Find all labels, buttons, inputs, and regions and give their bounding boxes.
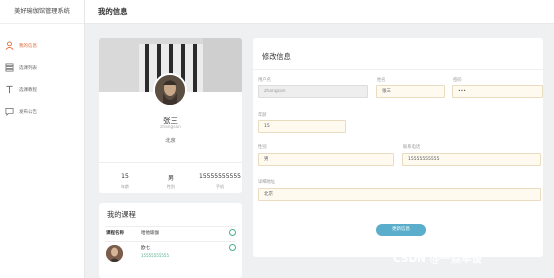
courses-title: 我的课程 xyxy=(107,210,136,219)
course-radio[interactable] xyxy=(229,229,236,236)
update-info-button[interactable]: 更新信息 xyxy=(376,224,426,236)
phone-label: 联系电话 xyxy=(403,145,421,150)
divider xyxy=(105,241,236,242)
list-icon xyxy=(5,63,14,72)
message-icon xyxy=(5,107,14,116)
profile-card: 张三 zhangsan 北京 15 年龄 男 性别 15555555555 手机 xyxy=(99,38,242,193)
sidebar-item-announcement[interactable]: 发布公告 xyxy=(0,102,85,122)
student-radio[interactable] xyxy=(229,244,236,251)
phone-field[interactable]: 15555555555 xyxy=(402,153,541,166)
address-label: 详细地址 xyxy=(258,180,276,185)
name-label: 姓名 xyxy=(377,78,386,83)
stat-phone-value: 15555555555 xyxy=(199,173,241,180)
age-field[interactable]: 15 xyxy=(258,120,346,133)
edit-info-form: 修改信息 用户名 zhangsan 姓名 张三 密码 ••• 年龄 15 性别 … xyxy=(253,38,543,257)
stat-gender-value: 男 xyxy=(167,175,174,182)
address-field[interactable]: 北京 xyxy=(258,188,541,201)
sidebar-item-label: 选课列表 xyxy=(19,66,37,71)
divider xyxy=(253,69,543,70)
user-icon xyxy=(5,41,14,50)
stat-gender-label: 性别 xyxy=(167,184,175,189)
text-icon xyxy=(6,85,13,94)
sidebar-item-label: 选课教程 xyxy=(19,88,37,93)
course-title-header: 哈他瑜伽 xyxy=(141,231,159,236)
profile-username: zhangsan xyxy=(160,125,181,130)
gender-label: 性别 xyxy=(258,145,267,150)
password-label: 密码 xyxy=(453,78,462,83)
sidebar-item-my-info[interactable]: 我的信息 xyxy=(0,36,85,56)
gender-field[interactable]: 男 xyxy=(258,153,394,166)
form-title: 修改信息 xyxy=(262,52,291,61)
course-name-header: 课程名称 xyxy=(106,231,124,236)
username-label: 用户名 xyxy=(258,78,271,83)
page-header: 我的信息 xyxy=(85,0,554,24)
sidebar-item-course-list[interactable]: 选课列表 xyxy=(0,58,85,78)
divider xyxy=(99,162,242,163)
sidebar-item-label: 我的信息 xyxy=(19,44,37,49)
sidebar-item-course-tutorial[interactable]: 选课教程 xyxy=(0,80,85,100)
sidebar: 美好瑜伽馆管理系统 我的信息 选课列表 选课教程 发布公告 xyxy=(0,0,85,278)
student-avatar xyxy=(106,245,123,262)
username-field: zhangsan xyxy=(258,85,368,98)
student-phone: 15555555555 xyxy=(141,253,169,258)
age-label: 年龄 xyxy=(258,113,267,118)
name-field[interactable]: 张三 xyxy=(376,85,445,98)
stat-age-label: 年龄 xyxy=(121,184,129,189)
profile-address: 北京 xyxy=(165,138,176,144)
page-title: 我的信息 xyxy=(98,7,128,16)
sidebar-item-label: 发布公告 xyxy=(19,110,37,115)
stat-age-value: 15 xyxy=(121,173,129,180)
avatar xyxy=(153,73,187,107)
watermark: CSDN @一点毕设 xyxy=(393,253,483,265)
divider xyxy=(105,226,236,227)
my-courses-card: 我的课程 课程名称 哈他瑜伽 欧七 15555555555 xyxy=(99,203,242,278)
student-name: 欧七 xyxy=(141,246,150,251)
stat-phone-label: 手机 xyxy=(216,184,224,189)
password-field[interactable]: ••• xyxy=(452,85,543,98)
app-title: 美好瑜伽馆管理系统 xyxy=(0,0,84,24)
